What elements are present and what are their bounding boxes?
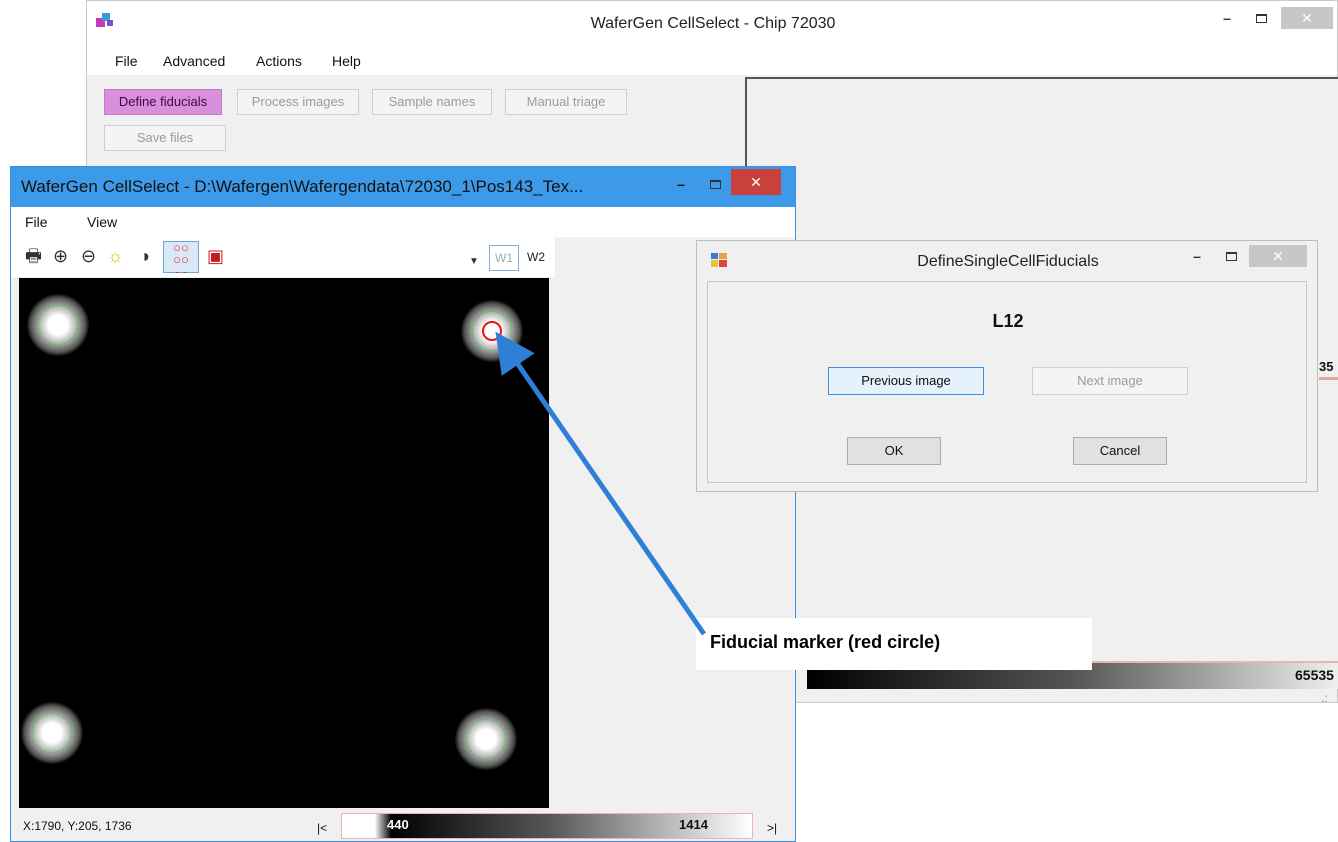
viewer-menubar: File View [11,207,795,237]
fiducial-spot-top-right[interactable] [461,300,523,362]
tab-w1[interactable]: W1 [489,245,519,271]
gradient-max-value: 65535 [1295,667,1334,683]
dialog-maximize-button[interactable] [1217,245,1245,267]
ok-button[interactable]: OK [847,437,941,465]
minimize-button[interactable]: – [1213,7,1241,29]
spot-ring [466,719,506,759]
maximize-icon [1225,252,1237,261]
dialog-titlebar[interactable]: DefineSingleCellFiducials – ✕ [697,241,1317,279]
maximize-icon [1255,14,1267,23]
gradient-max-value: 1414 [679,817,708,832]
viewer-minimize-button[interactable]: – [667,173,695,195]
sample-names-button[interactable]: Sample names [372,89,492,115]
first-image-button[interactable]: |< [317,821,327,835]
dialog-close-button[interactable]: ✕ [1249,245,1307,267]
contrast-icon[interactable]: ◑ [139,245,150,267]
spot-ring [32,713,72,753]
viewer-toolbar: 🖶 ⊕ ⊖ ☼ ◑ ○○ ○○ - - ▣ ▼ [11,237,555,278]
zoom-out-icon[interactable]: ⊖ [81,245,96,267]
manual-triage-button[interactable]: Manual triage [505,89,627,115]
menu-actions[interactable]: Actions [256,53,302,69]
last-image-button[interactable]: >| [767,821,777,835]
main-window-title: WaferGen CellSelect - Chip 72030 [590,15,836,32]
viewer-menu-view[interactable]: View [87,214,117,230]
cancel-button[interactable]: Cancel [1073,437,1167,465]
process-images-button[interactable]: Process images [237,89,359,115]
maximize-button[interactable] [1247,7,1275,29]
menu-file[interactable]: File [115,53,138,69]
spot-ring [38,305,78,345]
image-canvas[interactable] [19,278,549,808]
dropdown-icon[interactable]: ▼ [469,251,479,273]
next-image-button[interactable]: Next image [1032,367,1188,395]
viewer-menu-file[interactable]: File [25,214,48,230]
maximize-icon [709,180,721,189]
side-value-slider[interactable] [1319,377,1338,380]
resize-grip[interactable]: .: [1321,691,1328,705]
main-menubar: File Advanced Actions Help [87,47,1337,75]
close-button[interactable]: ✕ [1281,7,1333,29]
side-value: 35 [1319,359,1334,374]
coordinate-status: X:1790, Y:205, 1736 [23,819,132,833]
gradient-min-value: 440 [387,817,409,832]
main-titlebar[interactable]: WaferGen CellSelect - Chip 72030 – ✕ [87,1,1337,47]
viewer-close-button[interactable]: ✕ [731,169,781,195]
fiducial-spot-bottom-right [455,708,517,770]
define-fiducials-dialog: DefineSingleCellFiducials – ✕ L12 Previo… [696,240,1318,492]
brightness-icon[interactable]: ☼ [107,245,124,267]
menu-advanced[interactable]: Advanced [163,53,225,69]
fiducial-dots-icon[interactable]: ○○ ○○ - - [163,241,199,278]
dialog-minimize-button[interactable]: – [1183,245,1211,267]
viewer-window-title: WaferGen CellSelect - D:\Wafergen\Waferg… [21,177,584,196]
previous-image-button[interactable]: Previous image [828,367,984,395]
well-label: L12 [992,311,1024,331]
menu-help[interactable]: Help [332,53,361,69]
save-files-button[interactable]: Save files [104,125,226,151]
zoom-in-icon[interactable]: ⊕ [53,245,68,267]
image-viewer-window: WaferGen CellSelect - D:\Wafergen\Waferg… [10,166,796,842]
viewer-titlebar[interactable]: WaferGen CellSelect - D:\Wafergen\Waferg… [11,167,795,207]
fiducial-spot-bottom-left [21,702,83,764]
tab-w2[interactable]: W2 [521,245,551,271]
viewer-maximize-button[interactable] [701,173,729,195]
annotation-text: Fiducial marker (red circle) [710,632,941,652]
fiducial-marker-red-circle [482,321,502,341]
define-fiducials-button[interactable]: Define fiducials [104,89,222,115]
print-icon[interactable]: 🖶 [25,245,42,267]
camera-icon[interactable]: ▣ [207,245,224,267]
fiducial-spot-top-left [27,294,89,356]
